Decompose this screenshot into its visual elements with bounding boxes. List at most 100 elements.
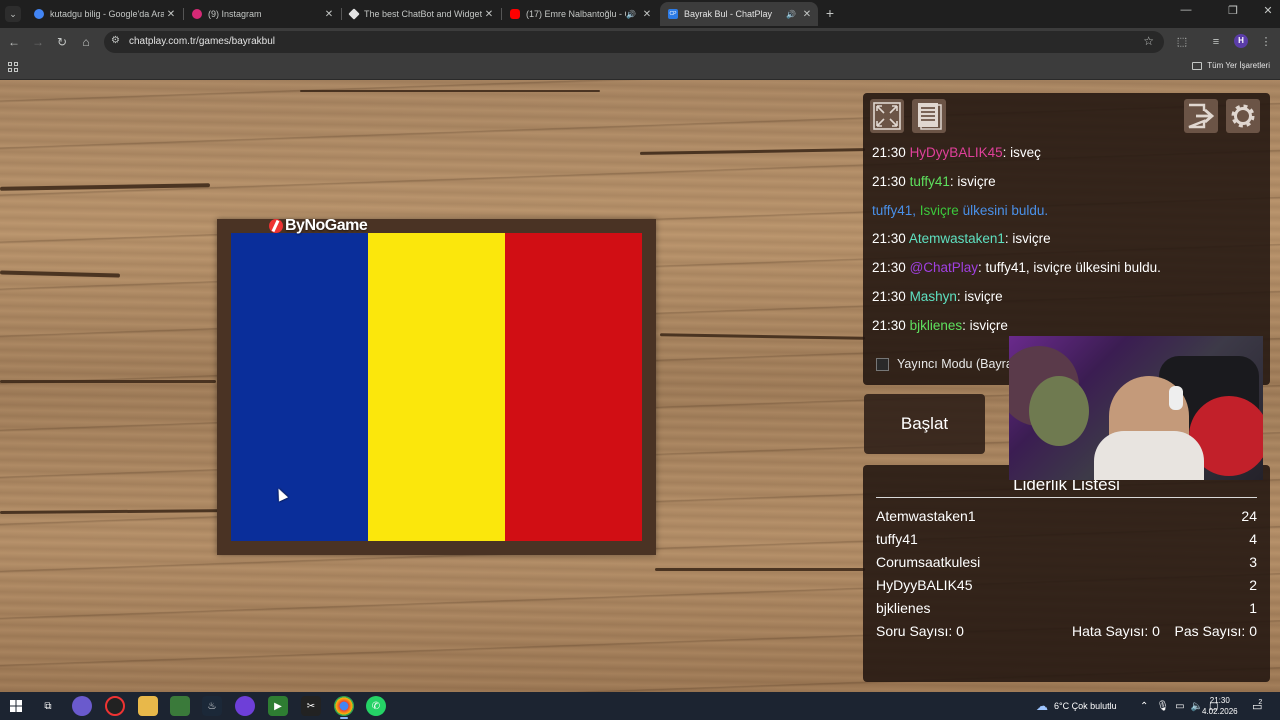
- start-menu-icon[interactable]: [6, 696, 26, 716]
- speaker-icon[interactable]: 🔊: [786, 10, 796, 19]
- whatsapp-icon[interactable]: ✆: [366, 696, 386, 716]
- streamer-mode-toggle[interactable]: Yayıncı Modu (Bayra: [876, 357, 1013, 371]
- leaderboard-row: HyDyyBALIK45 2: [876, 577, 1257, 600]
- file-explorer-icon[interactable]: [138, 696, 158, 716]
- close-tab-icon[interactable]: ✕: [800, 9, 814, 20]
- question-count: Soru Sayısı: 0: [876, 623, 964, 639]
- chrome-icon[interactable]: [334, 696, 354, 719]
- chat-message: 21:30 @ChatPlay: tuffy41, isviçre ülkesi…: [872, 260, 1262, 289]
- settings-button[interactable]: [1226, 99, 1260, 133]
- clock[interactable]: 21:30 4.02.2026: [1202, 692, 1238, 720]
- chat-time: 21:30: [872, 231, 906, 247]
- capcut-icon[interactable]: ✂: [301, 696, 321, 716]
- minimize-icon[interactable]: —: [1176, 4, 1196, 16]
- bynogame-logo: ByNoGame: [269, 217, 368, 235]
- weather-widget[interactable]: ☁ 6°C Çok bulutlu: [1036, 692, 1117, 720]
- chat-username: Atemwastaken1: [908, 231, 1005, 247]
- chat-text: ülkesini buldu.: [958, 202, 1049, 218]
- url-text[interactable]: chatplay.com.tr/games/bayrakbul: [129, 36, 275, 47]
- chat-text: : isveç: [1002, 145, 1041, 160]
- streamer-mode-checkbox[interactable]: [876, 357, 889, 371]
- player-score: 1: [1249, 600, 1257, 616]
- flag-stripe-red: [505, 233, 642, 541]
- tab-title: (9) Instagram: [208, 9, 262, 19]
- close-tab-icon[interactable]: ✕: [640, 9, 654, 20]
- close-tab-icon[interactable]: ✕: [482, 9, 496, 20]
- error-count: Hata Sayısı: 0: [1072, 623, 1160, 639]
- steam-icon[interactable]: ♨: [202, 696, 222, 716]
- chat-country: Isviçre: [919, 202, 959, 218]
- player-score: 2: [1249, 577, 1257, 593]
- leaderboard-row: tuffy41 4: [876, 531, 1257, 554]
- store-icon[interactable]: [170, 696, 190, 716]
- task-view-icon[interactable]: ⧉: [38, 696, 58, 716]
- chat-username: Mashyn: [909, 288, 957, 304]
- profile-avatar[interactable]: H: [1234, 34, 1248, 48]
- network-icon[interactable]: ▭: [1175, 701, 1184, 712]
- tab-strip: ⌄ kutadgu bilig - Google'da Ara ✕ (9) In…: [0, 0, 1280, 28]
- pass-count: Pas Sayısı: 0: [1174, 623, 1257, 639]
- tab-youtube[interactable]: (17) Emre Nalbantoğlu - Gi 🔊 ✕: [502, 2, 658, 26]
- chat-text: : tuffy41, isviçre ülkesini buldu.: [978, 260, 1161, 276]
- restore-icon[interactable]: ❐: [1223, 4, 1243, 17]
- app-icon[interactable]: [105, 696, 125, 716]
- extensions-icon[interactable]: ⬚: [1174, 34, 1190, 50]
- game-page: ByNoGame 21:30 HyDyyBALIK45: isveç 21:30…: [0, 80, 1280, 692]
- microphone-icon[interactable]: 🎙: [1156, 701, 1169, 712]
- brand-text: ByNoGame: [285, 217, 368, 234]
- all-bookmarks-button[interactable]: Tüm Yer İşaretleri: [1192, 61, 1270, 70]
- new-tab-button[interactable]: +: [822, 5, 838, 21]
- notification-count: 2: [1258, 698, 1263, 706]
- chat-username: bjklienes: [909, 317, 963, 333]
- chat-log: 21:30 HyDyyBALIK45: isveç 21:30 tuffy41:…: [872, 145, 1262, 347]
- rules-button[interactable]: [912, 99, 946, 133]
- bookmarks-bar: Tüm Yer İşaretleri: [0, 56, 1280, 80]
- exit-icon: [1188, 103, 1215, 129]
- webcam-plush: [1029, 376, 1089, 446]
- tab-instagram[interactable]: (9) Instagram ✕: [184, 2, 340, 26]
- speaker-icon[interactable]: 🔊: [626, 10, 636, 19]
- tab-chatbot[interactable]: The best ChatBot and Widgets ✕: [342, 2, 500, 26]
- chat-username: HyDyyBALIK45: [909, 145, 1003, 160]
- chat-text: : isviçre: [949, 173, 996, 189]
- chat-time: 21:30: [872, 288, 906, 304]
- tab-bayrak-bul[interactable]: CP Bayrak Bul - ChatPlay 🔊 ✕: [660, 2, 818, 26]
- apps-grid-icon[interactable]: [8, 62, 19, 73]
- chat-time: 21:30: [872, 173, 906, 189]
- tab-search-button[interactable]: ⌄: [5, 6, 21, 22]
- chevron-up-icon[interactable]: ⌃: [1140, 701, 1148, 712]
- player-name: bjklienes: [876, 600, 931, 616]
- obs-icon[interactable]: [235, 696, 255, 716]
- bookmark-star-icon[interactable]: ☆: [1143, 34, 1154, 48]
- exit-button[interactable]: [1184, 99, 1218, 133]
- copilot-icon[interactable]: [72, 696, 92, 716]
- forward-icon[interactable]: →: [30, 34, 46, 50]
- chat-message: 21:30 Atemwastaken1: isviçre: [872, 231, 1262, 260]
- tab-title: (17) Emre Nalbantoğlu - Gi: [526, 9, 627, 19]
- notifications-button[interactable]: ▭ 2: [1252, 692, 1262, 720]
- site-info-icon[interactable]: ⚙: [111, 35, 120, 46]
- chat-time: 21:30: [872, 260, 906, 276]
- address-bar[interactable]: ⚙ chatplay.com.tr/games/bayrakbul ☆: [104, 31, 1164, 53]
- start-button[interactable]: Başlat: [864, 394, 985, 454]
- home-icon[interactable]: ⌂: [78, 34, 94, 50]
- google-favicon-icon: [34, 9, 44, 19]
- divider: [876, 497, 1257, 498]
- close-tab-icon[interactable]: ✕: [322, 9, 336, 20]
- menu-icon[interactable]: ⋮: [1258, 34, 1274, 50]
- leaderboard-row: Corumsaatkulesi 3: [876, 554, 1257, 577]
- reload-icon[interactable]: ↻: [54, 34, 70, 50]
- fullscreen-button[interactable]: [870, 99, 904, 133]
- media-controls-icon[interactable]: ≡: [1208, 34, 1224, 50]
- back-icon[interactable]: ←: [6, 34, 22, 50]
- streamer-app-icon[interactable]: ▶: [268, 696, 288, 716]
- chat-message: 21:30 HyDyyBALIK45: isveç: [872, 145, 1262, 174]
- chat-username: @ChatPlay: [909, 260, 979, 276]
- tab-google[interactable]: kutadgu bilig - Google'da Ara ✕: [26, 2, 182, 26]
- chat-username: tuffy41: [909, 173, 950, 189]
- chat-text: : isviçre: [962, 317, 1008, 333]
- close-window-icon[interactable]: ✕: [1258, 4, 1278, 17]
- bynogame-logo-icon: [269, 219, 283, 233]
- wood-crack: [0, 270, 121, 278]
- close-tab-icon[interactable]: ✕: [164, 9, 178, 20]
